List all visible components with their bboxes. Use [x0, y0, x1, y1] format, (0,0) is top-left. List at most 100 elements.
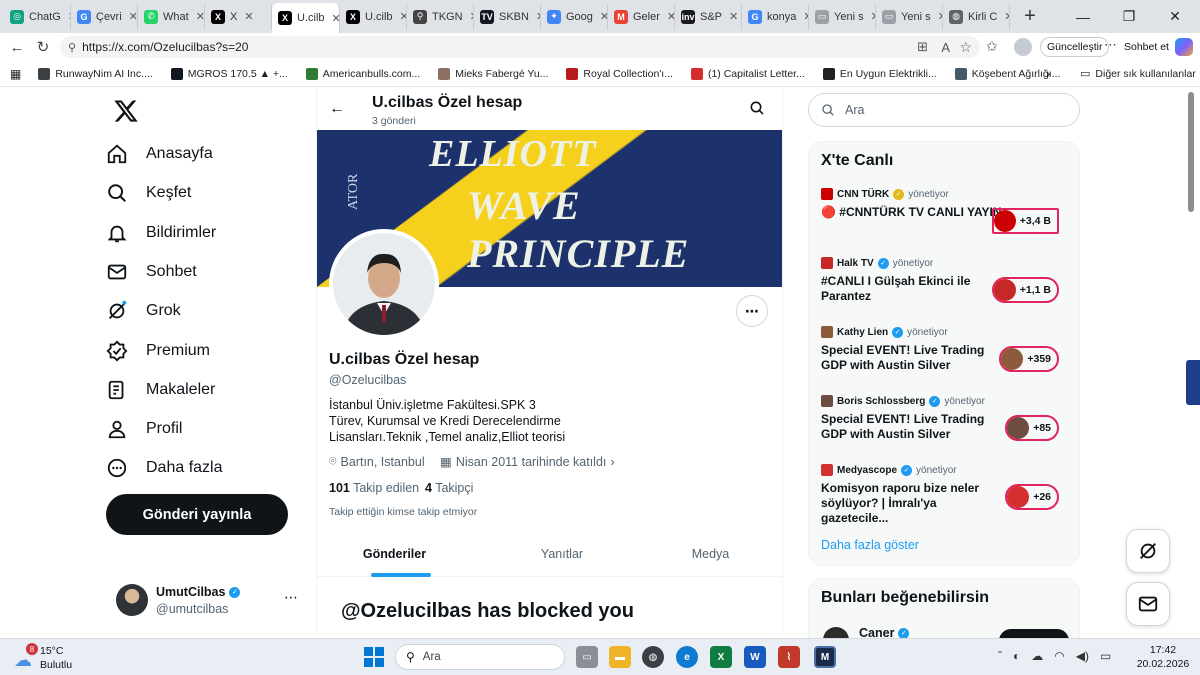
minimize-button[interactable]: —: [1060, 0, 1106, 33]
tab-replies[interactable]: Yanıtlar: [487, 531, 637, 577]
tray-app-icon[interactable]: ◐: [1013, 649, 1020, 663]
page-scrollbar[interactable]: [1188, 92, 1194, 212]
m-app-icon[interactable]: M: [814, 646, 836, 668]
browser-tab[interactable]: X U.cilb ✕: [272, 3, 340, 33]
bookmark-item[interactable]: RunwayNim AI Inc....: [29, 67, 161, 80]
live-listener-badge[interactable]: +1,1 B: [991, 277, 1059, 303]
bookmark-item[interactable]: Royal Collection'ı...: [557, 67, 682, 80]
browser-tab[interactable]: TVSKBN✕: [474, 3, 541, 30]
clock[interactable]: 17:42 20.02.2026: [1135, 643, 1191, 671]
nav-item-profil[interactable]: Profil: [106, 411, 182, 447]
taskbar-search[interactable]: ⚲ Ara: [395, 644, 565, 670]
browser-tab[interactable]: Gkonya✕: [742, 3, 809, 30]
task-view-icon[interactable]: ▭: [576, 646, 598, 668]
sidebar-search[interactable]: Ara: [808, 93, 1080, 127]
back-arrow-icon[interactable]: ←: [329, 100, 345, 118]
edge-browser-icon[interactable]: e: [676, 646, 698, 668]
browser-tab[interactable]: ◎ChatG✕: [4, 3, 71, 30]
live-space-item[interactable]: Boris Schlossberg ✓ yönetiyor Special EVENT…: [821, 395, 1071, 442]
onedrive-icon[interactable]: ☁: [1031, 649, 1043, 663]
close-tab-icon[interactable]: ✕: [196, 10, 204, 23]
app-grid-icon[interactable]: ▦: [0, 67, 29, 81]
suggestion-name[interactable]: Caner: [859, 626, 894, 638]
bookmark-item[interactable]: Köşebent Ağırlığı...: [946, 67, 1070, 80]
live-space-item[interactable]: Halk TV ✓ yönetiyor #CANLI I Gülşah Ekinci …: [821, 257, 1071, 304]
file-explorer-icon[interactable]: ▬: [609, 646, 631, 668]
copilot-chat-button[interactable]: Sohbet et: [1124, 37, 1193, 57]
other-bookmarks-folder[interactable]: ▭ Diğer sık kullanılanlar: [1080, 67, 1196, 81]
profile-avatar[interactable]: [1014, 38, 1032, 56]
followers-link[interactable]: 4 Takipçi: [425, 481, 473, 495]
reload-icon[interactable]: ↻: [30, 34, 56, 60]
site-info-icon[interactable]: ⚲: [68, 41, 76, 54]
profile-more-button[interactable]: ⋯: [736, 295, 768, 327]
start-button[interactable]: [364, 647, 384, 667]
app-icon[interactable]: ◍: [642, 646, 664, 668]
close-tab-icon[interactable]: ✕: [1004, 10, 1009, 23]
browser-tab[interactable]: ✦ Goog ✕: [541, 3, 608, 30]
live-listener-badge[interactable]: +359: [999, 346, 1059, 372]
close-tab-icon[interactable]: ✕: [332, 12, 339, 25]
tab-media[interactable]: Medya: [637, 531, 782, 577]
live-listener-badge[interactable]: +85: [1005, 415, 1059, 441]
close-tab-icon[interactable]: ✕: [667, 10, 674, 23]
nav-item-makaleler[interactable]: Makaleler: [106, 372, 215, 408]
nav-item-anasayfa[interactable]: Anasayfa: [106, 136, 213, 172]
browser-tab[interactable]: ⚲TKGN✕: [407, 3, 474, 30]
grok-float-button[interactable]: [1126, 529, 1170, 573]
live-listener-badge[interactable]: +3,4 B: [991, 208, 1059, 234]
update-button[interactable]: Güncelleştir: [1040, 37, 1110, 57]
browser-tab[interactable]: ✆ What ✕: [138, 3, 205, 30]
back-icon[interactable]: ←: [4, 34, 30, 60]
browser-tab[interactable]: ▭Yeni s✕: [876, 3, 943, 30]
post-button[interactable]: Gönderi yayınla: [106, 494, 288, 535]
nav-item-premium[interactable]: Premium: [106, 333, 210, 369]
close-window-button[interactable]: ✕: [1152, 0, 1198, 33]
nav-item-bildirimler[interactable]: Bildirimler: [106, 215, 216, 251]
new-tab-button[interactable]: +: [1016, 3, 1044, 31]
weather-widget[interactable]: ☁ 8 15°C Bulutlu: [14, 643, 104, 673]
live-space-item[interactable]: CNN TÜRK ✓ yönetiyor 🔴 #CNNTÜRK TV CANLI YA…: [821, 188, 1071, 234]
following-link[interactable]: 101 Takip edilen: [329, 481, 419, 495]
browser-tab[interactable]: ◍ Kirli C ✕: [943, 3, 1010, 30]
browser-tab[interactable]: X X ✕: [205, 3, 272, 30]
zoom-icon[interactable]: A: [941, 40, 950, 55]
browser-tab[interactable]: G Çevri ✕: [71, 3, 138, 30]
close-tab-icon[interactable]: ✕: [729, 10, 738, 23]
browser-tab[interactable]: inv S&P ✕: [675, 3, 742, 30]
url-field[interactable]: ⚲ https://x.com/Ozelucilbas?s=20 ⊞ A ☆: [60, 36, 980, 58]
close-tab-icon[interactable]: ✕: [600, 10, 607, 23]
battery-icon[interactable]: ▭: [1100, 649, 1111, 663]
bookmark-item[interactable]: MGROS 170.5 ▲ +...: [162, 67, 297, 80]
account-switcher[interactable]: UmutCilbas ✓ @umutcilbas ⋯: [114, 581, 304, 621]
favorite-star-icon[interactable]: ☆: [959, 39, 972, 56]
word-icon[interactable]: W: [744, 646, 766, 668]
live-space-item[interactable]: Kathy Lien ✓ yönetiyor Special EVENT! Live …: [821, 326, 1071, 373]
close-tab-icon[interactable]: ✕: [129, 10, 137, 23]
bookmarks-overflow-chevron-icon[interactable]: ›: [1046, 66, 1050, 81]
bookmark-item[interactable]: En Uygun Elektrikli...: [814, 67, 946, 80]
more-dots-icon[interactable]: ⋯: [1104, 37, 1117, 53]
profile-search-icon[interactable]: [749, 100, 765, 121]
browser-tab[interactable]: X U.cilb ✕: [340, 3, 407, 30]
nav-item-grok[interactable]: Grok: [106, 293, 181, 329]
maximize-button[interactable]: ❐: [1106, 0, 1152, 33]
suggestion-follow-button[interactable]: [999, 629, 1069, 638]
tab-posts[interactable]: Gönderiler: [317, 531, 472, 577]
bookmark-item[interactable]: Americanbulls.com...: [297, 67, 429, 80]
live-space-item[interactable]: Medyascope ✓ yönetiyor Komisyon raporu bize…: [821, 464, 1071, 526]
volume-icon[interactable]: ◀): [1076, 649, 1089, 663]
excel-icon[interactable]: X: [710, 646, 732, 668]
close-tab-icon[interactable]: ✕: [400, 10, 406, 23]
app-available-icon[interactable]: ⊞: [917, 39, 928, 55]
suggestion-avatar[interactable]: [823, 627, 849, 638]
chart-app-icon[interactable]: ⌇: [778, 646, 800, 668]
browser-tab[interactable]: M Geler ✕: [608, 3, 675, 30]
tray-overflow-chevron-icon[interactable]: ˆ: [998, 649, 1002, 663]
profile-joined[interactable]: ▦ Nisan 2011 tarihinde katıldı ›: [440, 454, 615, 470]
profile-avatar[interactable]: [329, 229, 439, 339]
bookmark-item[interactable]: Mieks Fabergé Yu...: [429, 67, 557, 80]
browser-tab[interactable]: ▭Yeni s✕: [809, 3, 876, 30]
nav-item-daha-fazla[interactable]: Daha fazla: [106, 450, 223, 486]
favorites-icon[interactable]: ✩: [986, 38, 998, 55]
